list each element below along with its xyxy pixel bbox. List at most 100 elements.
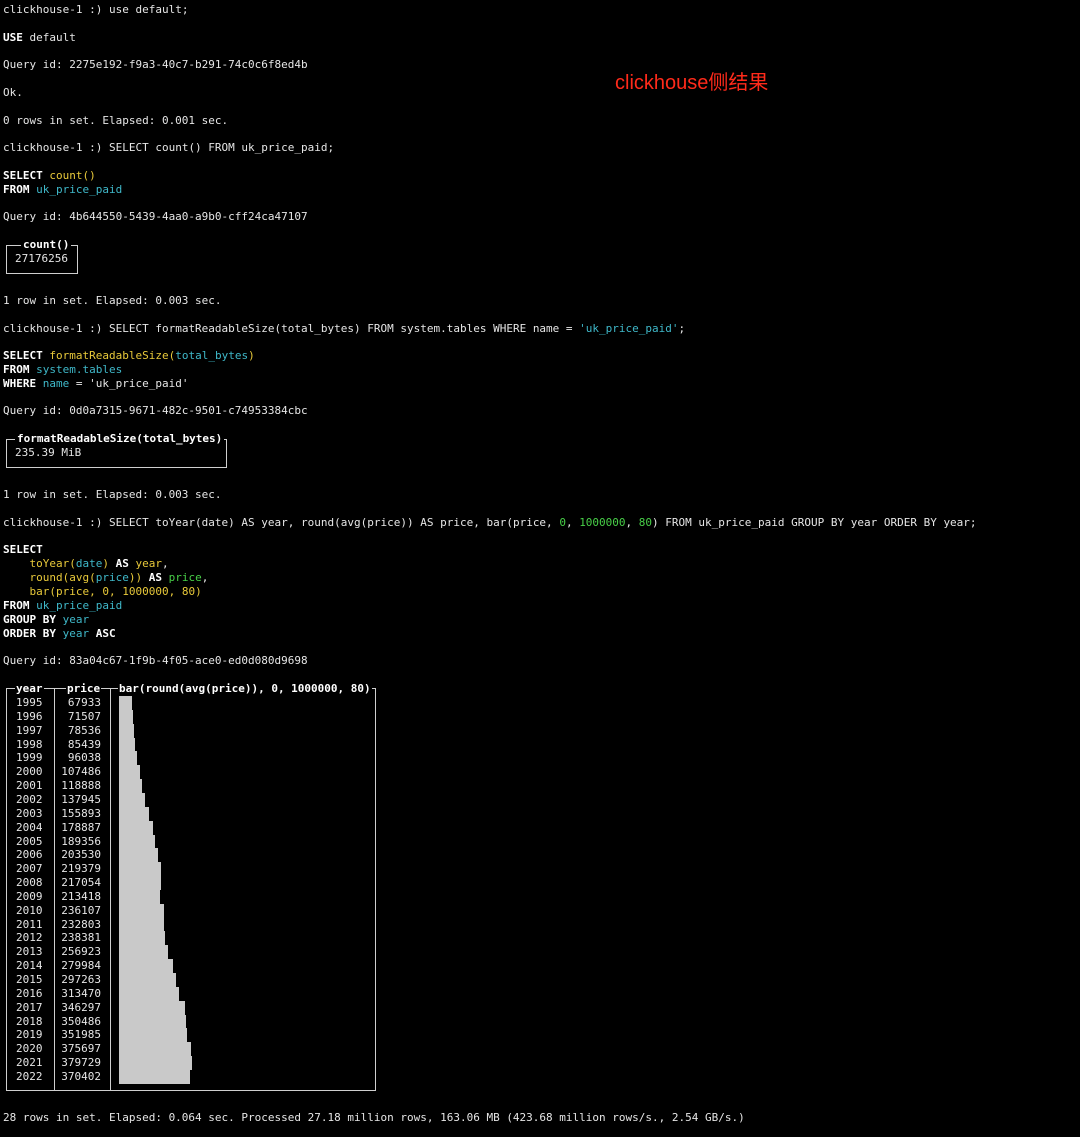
command-text: , [625, 516, 639, 529]
sql-identifier: name [42, 377, 70, 390]
cell-year: 2005 [16, 834, 43, 848]
ok-message: Ok. [3, 86, 23, 99]
query-echo-1: USE default [3, 31, 76, 45]
sql-text: default [22, 31, 76, 44]
sql-function: formatReadableSize( [49, 349, 176, 362]
sql-punct: , [161, 557, 169, 570]
sql-function: ) [248, 349, 255, 362]
bar-1997 [119, 723, 134, 738]
cell-price: 96038 [67, 751, 101, 765]
cell-price: 71507 [67, 709, 101, 723]
cell-price: 137945 [61, 792, 101, 806]
bar-2011 [119, 917, 164, 932]
sql-keyword: USE [3, 31, 23, 44]
sql-keyword: SELECT [3, 169, 43, 182]
status-line-2: 1 row in set. Elapsed: 0.003 sec. [3, 294, 222, 307]
cell-price: 118888 [61, 779, 101, 793]
cell-price: 256923 [61, 945, 101, 959]
bar-2000 [119, 765, 140, 780]
sql-punct: , [201, 571, 209, 584]
sql-keyword: ORDER BY [3, 627, 56, 640]
bar-2018 [119, 1014, 186, 1029]
query-echo-3-where: WHERE name = 'uk_price_paid' [3, 377, 188, 391]
sql-function: count() [49, 169, 96, 182]
cell-price: 155893 [61, 806, 101, 820]
sql-keyword: FROM [3, 183, 30, 196]
sql-keyword: AS [142, 571, 169, 584]
cell-price: 107486 [61, 765, 101, 779]
sql-string: 'uk_price_paid' [579, 322, 679, 335]
cell-year: 1997 [16, 723, 43, 737]
sql-identifier: year [62, 627, 90, 640]
cell-price: 213418 [61, 889, 101, 903]
command-text: ) FROM uk_price_paid GROUP BY year ORDER… [652, 516, 977, 529]
cell-year: 2020 [16, 1042, 43, 1056]
cell-price: 297263 [61, 973, 101, 986]
cell-year: 2008 [16, 876, 43, 890]
cell-price: 203530 [61, 848, 101, 862]
bar-2013 [119, 945, 168, 960]
sql-identifier: total_bytes [175, 349, 249, 362]
cell-year: 2016 [16, 986, 43, 1000]
result-value: 27176256 [15, 252, 68, 265]
bar-2016 [119, 986, 179, 1001]
sql-alias: year [135, 557, 162, 570]
bar-1995 [119, 696, 132, 710]
cell-price: 236107 [61, 903, 101, 917]
query-echo-4-select: SELECT [3, 543, 43, 557]
cell-price: 67933 [67, 696, 101, 709]
command-end: ; [678, 322, 686, 335]
cell-year: 1998 [16, 737, 43, 751]
prompt: clickhouse-1 :) [3, 322, 103, 335]
cell-year: 2014 [16, 959, 43, 973]
cell-price: 350486 [61, 1014, 101, 1028]
column-header-bar: bar(round(avg(price)), 0, 1000000, 80) [118, 682, 372, 696]
result-table: year price bar(round(avg(price)), 0, 100… [6, 682, 376, 1091]
result-box-size: formatReadableSize(total_bytes) 235.39 M… [6, 432, 227, 468]
cell-year: 2011 [16, 917, 43, 931]
prompt-line-3: clickhouse-1 :) SELECT formatReadableSiz… [3, 322, 685, 336]
bar-2014 [119, 959, 173, 974]
cell-year: 2004 [16, 820, 43, 834]
cell-price: 232803 [61, 917, 101, 931]
command-text: SELECT formatReadableSize(total_bytes) F… [108, 322, 580, 335]
bar-2008 [119, 876, 161, 891]
status-line-4: 28 rows in set. Elapsed: 0.064 sec. Proc… [3, 1111, 745, 1124]
bar-2005 [119, 834, 155, 849]
bar-2020 [119, 1042, 191, 1057]
sql-keyword: SELECT [3, 349, 43, 362]
cell-year: 2022 [16, 1069, 43, 1083]
sql-number: 1000000 [579, 516, 626, 529]
prompt-line-4: clickhouse-1 :) SELECT toYear(date) AS y… [3, 516, 977, 530]
query-echo-3-from: FROM system.tables [3, 363, 122, 377]
bar-2019 [119, 1028, 187, 1043]
query-echo-4-group: GROUP BY year [3, 613, 89, 627]
cell-price: 379729 [61, 1056, 101, 1070]
sql-identifier: date [75, 557, 103, 570]
sql-function: bar( [29, 585, 57, 598]
sql-keyword: FROM [3, 363, 30, 376]
sql-function: ) [102, 557, 109, 570]
bar-2021 [119, 1056, 192, 1071]
sql-keyword: AS [108, 557, 136, 570]
sql-function: toYear( [29, 557, 76, 570]
sql-identifier: system.tables [36, 363, 123, 376]
sql-function: ) [195, 585, 202, 598]
bar-2010 [119, 903, 164, 918]
sql-args: price, 0, 1000000, 80 [56, 585, 196, 598]
cell-year: 2010 [16, 903, 43, 917]
sql-keyword: FROM [3, 599, 30, 612]
sql-keyword: GROUP BY [3, 613, 56, 626]
bar-2009 [119, 889, 160, 904]
bar-2003 [119, 806, 149, 821]
status-line-3: 1 row in set. Elapsed: 0.003 sec. [3, 488, 222, 501]
sql-number: 80 [638, 516, 653, 529]
cell-price: 219379 [61, 862, 101, 876]
sql-keyword: SELECT [3, 543, 43, 556]
cell-year: 2000 [16, 765, 43, 779]
sql-identifier: uk_price_paid [36, 599, 123, 612]
cell-year: 2021 [16, 1056, 43, 1070]
bar-2001 [119, 779, 142, 794]
query-id-1: Query id: 2275e192-f9a3-40c7-b291-74c0c6… [3, 58, 308, 71]
bar-2015 [119, 973, 176, 987]
